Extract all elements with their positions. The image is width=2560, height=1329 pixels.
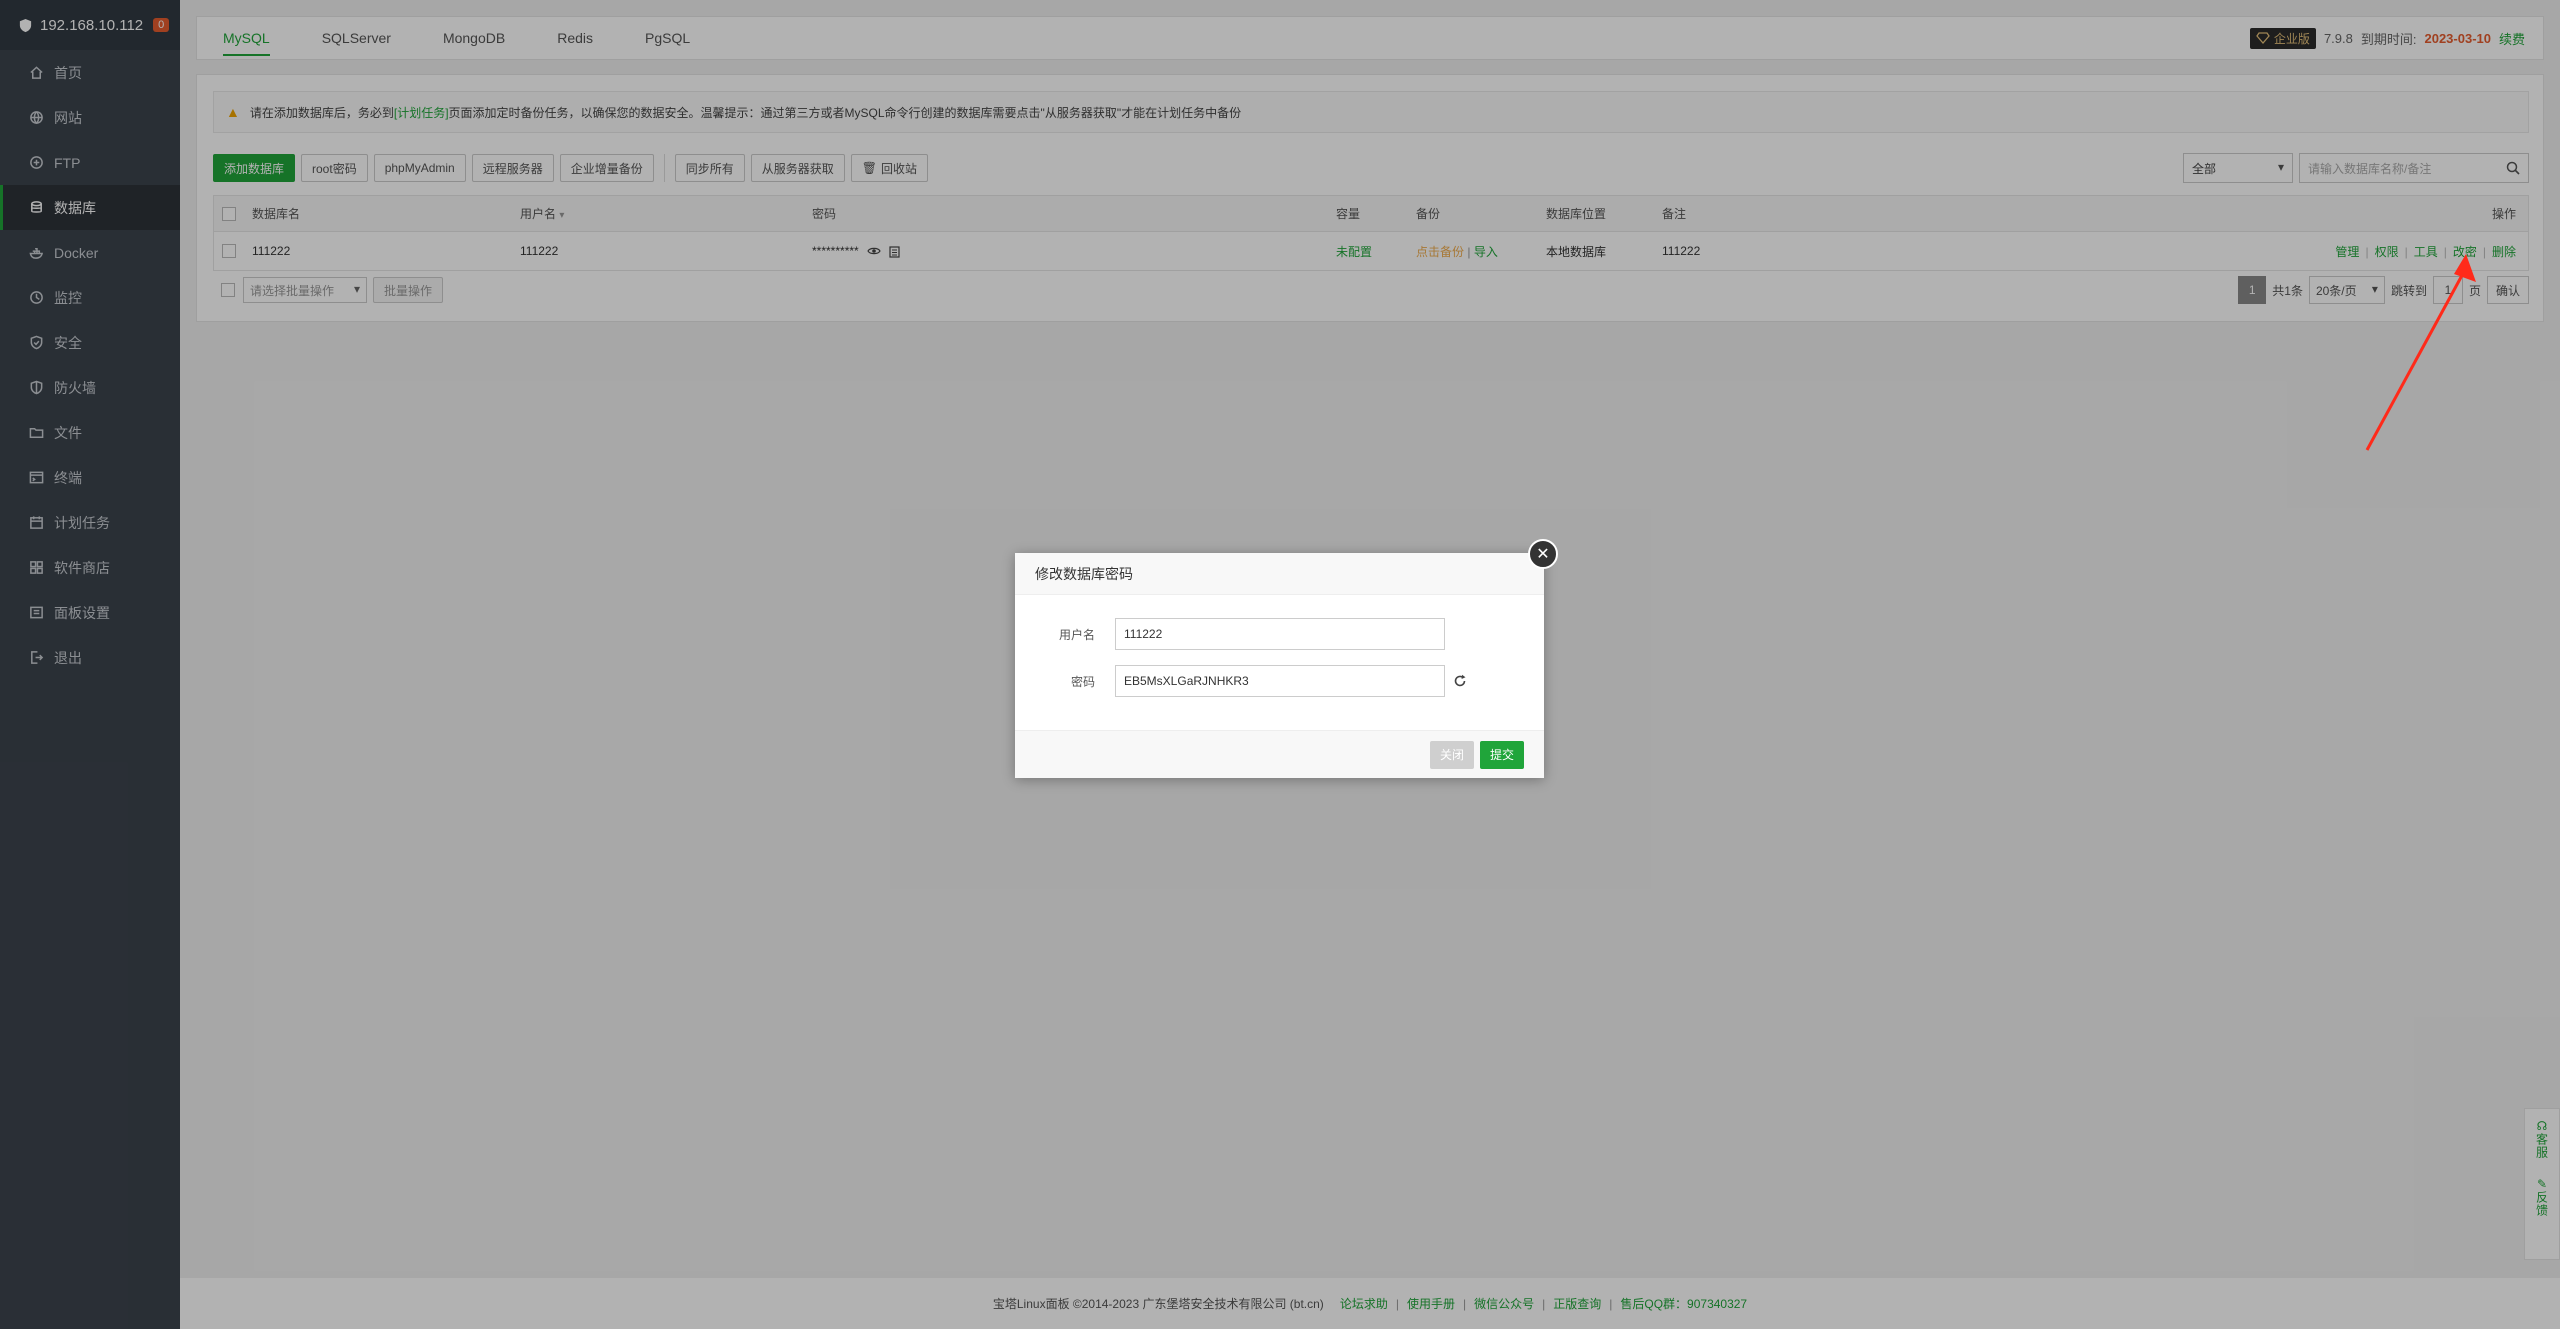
refresh-icon[interactable] xyxy=(1453,674,1467,688)
password-field[interactable] xyxy=(1115,665,1445,697)
change-password-dialog: 修改数据库密码 ✕ 用户名 密码 关闭 提交 xyxy=(1015,539,1558,778)
username-field[interactable] xyxy=(1115,618,1445,650)
password-row: 密码 xyxy=(1015,665,1544,697)
dialog-footer: 关闭 提交 xyxy=(1015,730,1544,778)
submit-button[interactable]: 提交 xyxy=(1479,740,1524,769)
close-button[interactable]: 关闭 xyxy=(1429,740,1474,769)
password-label: 密码 xyxy=(1070,674,1095,689)
close-icon[interactable]: ✕ xyxy=(1528,539,1558,569)
dialog-title: 修改数据库密码 xyxy=(1015,553,1544,595)
username-row: 用户名 xyxy=(1015,618,1544,650)
username-label: 用户名 xyxy=(1058,627,1095,642)
